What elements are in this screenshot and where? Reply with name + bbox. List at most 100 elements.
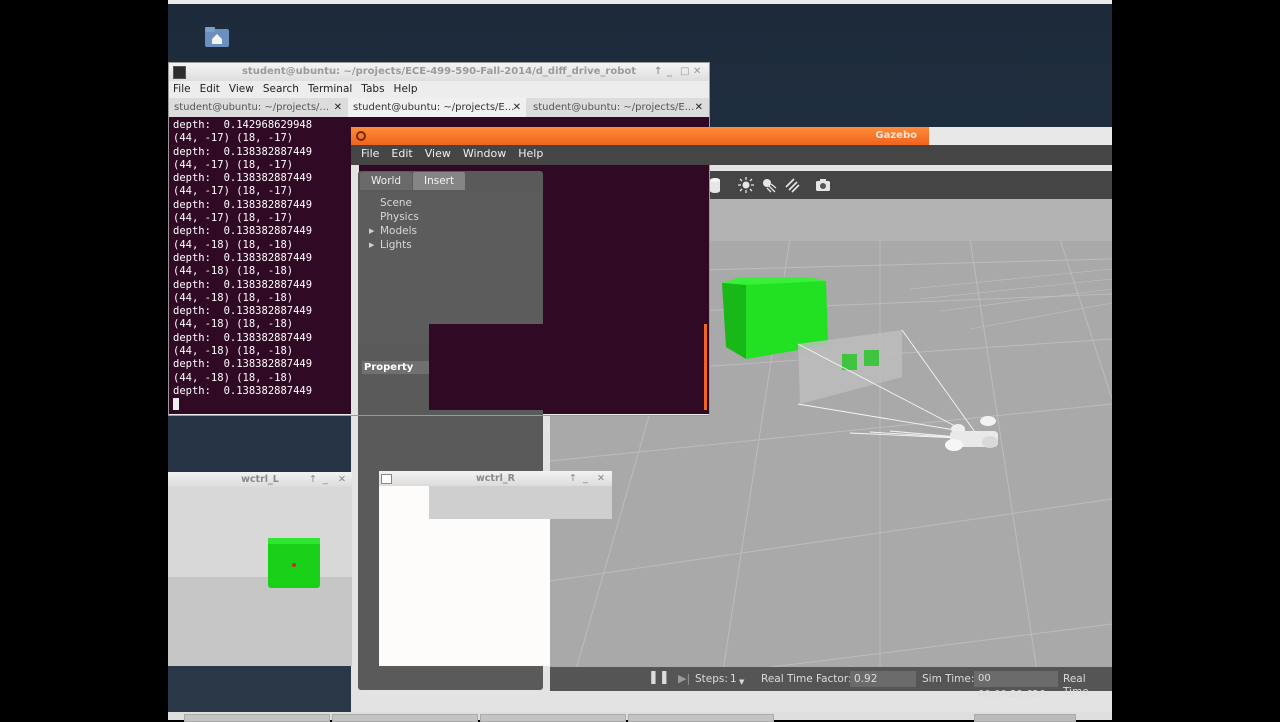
point-light-icon[interactable] (738, 177, 754, 193)
gz-menu-window[interactable]: Window (457, 145, 512, 163)
terminal-line: depth: 0.138382887449 (173, 225, 313, 238)
gazebo-menubar-front: File Edit View Window Help (351, 145, 1112, 165)
terminal-line: (44, -17) (18, -17) (173, 185, 294, 198)
terminal-tabbar: student@ubuntu: ~/projects/... ✕ student@… (169, 98, 709, 118)
rtf-value: 0.92 (850, 671, 916, 687)
terminal-app-icon (173, 66, 186, 79)
gz-menu-view[interactable]: View (419, 145, 457, 163)
close-tab-icon[interactable]: ✕ (513, 98, 521, 117)
camera-icon[interactable] (815, 177, 831, 193)
terminal-popup-overlay (429, 324, 707, 410)
terminal-line: (44, -18) (18, -18) (173, 371, 294, 384)
steps-label: Steps: (695, 673, 728, 685)
splitter-grip-icon[interactable]: ⋮ (544, 423, 552, 439)
desktop-top-strip (168, 0, 1112, 4)
tree-item-physics[interactable]: Physics (380, 210, 419, 224)
right-camera-image-strip (429, 486, 612, 519)
wctrl-r-titlebar[interactable]: wctrl_R ✕ _ ↑ (379, 471, 612, 486)
terminal-line: depth: 0.138382887449 (173, 251, 313, 264)
wctrl-l-window: wctrl_L ✕ _ ↑ (168, 472, 352, 666)
tree-item-lights[interactable]: Lights (380, 238, 412, 252)
tab-label: student@ubuntu: ~/projects/E... (533, 102, 695, 113)
terminal-line: (44, -18) (18, -18) (173, 238, 294, 251)
close-tab-icon[interactable]: ✕ (334, 98, 342, 117)
menu-view[interactable]: View (225, 81, 259, 98)
property-header: Property (362, 361, 430, 374)
spot-light-icon[interactable] (761, 177, 777, 193)
maximize-icon[interactable]: □ (680, 63, 689, 81)
terminal-line: (44, -17) (18, -17) (173, 212, 294, 225)
gazebo-title: Gazebo (875, 130, 917, 141)
home-folder-icon[interactable] (204, 26, 230, 48)
close-icon[interactable]: ✕ (693, 63, 701, 81)
close-icon[interactable]: ✕ (597, 471, 605, 486)
tab-insert[interactable]: Insert (413, 172, 466, 190)
gz-menu-file[interactable]: File (351, 145, 385, 163)
terminal-line: depth: 0.138382887449 (173, 145, 313, 158)
taskbar-item[interactable] (332, 714, 478, 722)
menu-terminal[interactable]: Terminal (304, 81, 357, 98)
terminal-title: student@ubuntu: ~/projects/ECE-499-590-F… (241, 66, 637, 77)
terminal-titlebar[interactable]: student@ubuntu: ~/projects/ECE-499-590-F… (169, 63, 709, 81)
terminal-line: (44, -18) (18, -18) (173, 291, 294, 304)
tree-item-models[interactable]: Models (380, 224, 417, 238)
menu-search[interactable]: Search (259, 81, 304, 98)
terminal-line: depth: 0.138382887449 (173, 172, 313, 185)
terminal-tab-3[interactable]: student@ubuntu: ~/projects/E... ✕ (528, 98, 708, 117)
steps-dropdown-icon[interactable]: ▼ (739, 676, 744, 689)
wctrl-l-titlebar[interactable]: wctrl_L ✕ _ ↑ (168, 472, 352, 487)
menu-help[interactable]: Help (390, 81, 423, 98)
terminal-line: (44, -18) (18, -18) (173, 265, 294, 278)
terminal-menubar: File Edit View Search Terminal Tabs Help (169, 81, 709, 98)
tab-label: student@ubuntu: ~/projects/E... (353, 102, 515, 113)
sim-time-value: 00 00:00:29.626 (974, 671, 1058, 700)
left-camera-image (168, 487, 352, 666)
close-tab-icon[interactable]: ✕ (695, 98, 703, 117)
gz-menu-edit[interactable]: Edit (385, 145, 418, 163)
minimize-icon[interactable]: _ (667, 63, 672, 81)
world-tree: Scene Physics ▶ Models ▶ Lights (358, 193, 543, 343)
wctrl-l-title: wctrl_L (241, 474, 279, 485)
keep-above-icon[interactable]: ↑ (569, 471, 577, 486)
system-tray[interactable] (974, 714, 1076, 722)
terminal-line: depth: 0.138382887449 (173, 198, 313, 211)
menu-tabs[interactable]: Tabs (357, 81, 389, 98)
terminal-line: (44, -17) (18, -17) (173, 158, 294, 171)
pause-icon[interactable]: ❚❚ (648, 671, 670, 684)
gazebo-statusbar: ❚❚ ▶| Steps: 1 ▼ Real Time Factor: 0.92 … (550, 667, 1112, 700)
rtf-label: Real Time Factor: (761, 673, 852, 685)
sim-time-label: Sim Time: (922, 673, 975, 685)
terminal-line: (44, -18) (18, -18) (173, 345, 294, 358)
menu-edit[interactable]: Edit (196, 81, 225, 98)
terminal-tab-1[interactable]: student@ubuntu: ~/projects/... ✕ (169, 98, 347, 117)
step-icon[interactable]: ▶| (678, 672, 690, 685)
terminal-line: depth: 0.138382887449 (173, 384, 313, 397)
tab-world[interactable]: World (360, 172, 413, 190)
terminal-line: depth: 0.138382887449 (173, 278, 313, 291)
gazebo-titlebar-front[interactable]: Gazebo (351, 127, 929, 145)
tree-item-scene[interactable]: Scene (380, 196, 412, 210)
keep-above-icon[interactable]: ↑ (654, 63, 662, 81)
taskbar-item[interactable] (480, 714, 626, 722)
keep-above-icon[interactable]: ↑ (309, 472, 317, 487)
directional-light-icon[interactable] (784, 177, 800, 193)
taskbar-item[interactable] (628, 714, 774, 722)
tab-label: student@ubuntu: ~/projects/... (174, 102, 329, 113)
steps-value[interactable]: 1 (730, 673, 737, 686)
terminal-line: depth: 0.138382887449 (173, 331, 313, 344)
terminal-line: (44, -18) (18, -18) (173, 318, 294, 331)
gz-menu-help[interactable]: Help (512, 145, 549, 163)
menu-file[interactable]: File (169, 81, 196, 98)
minimize-icon[interactable]: _ (323, 472, 328, 487)
minimize-icon[interactable]: _ (583, 471, 588, 486)
terminal-tab-2[interactable]: student@ubuntu: ~/projects/E... ✕ (348, 98, 526, 117)
wctrl-r-title: wctrl_R (476, 473, 515, 484)
close-icon[interactable]: ✕ (338, 472, 346, 487)
expand-arrow-icon[interactable]: ▶ (369, 238, 374, 252)
expand-arrow-icon[interactable]: ▶ (369, 224, 374, 238)
terminal-cursor (173, 398, 179, 410)
window-app-icon (381, 474, 392, 484)
real-time-label: Real Time (1063, 673, 1089, 698)
gazebo-logo-icon (356, 131, 366, 141)
taskbar-item[interactable] (184, 714, 330, 722)
